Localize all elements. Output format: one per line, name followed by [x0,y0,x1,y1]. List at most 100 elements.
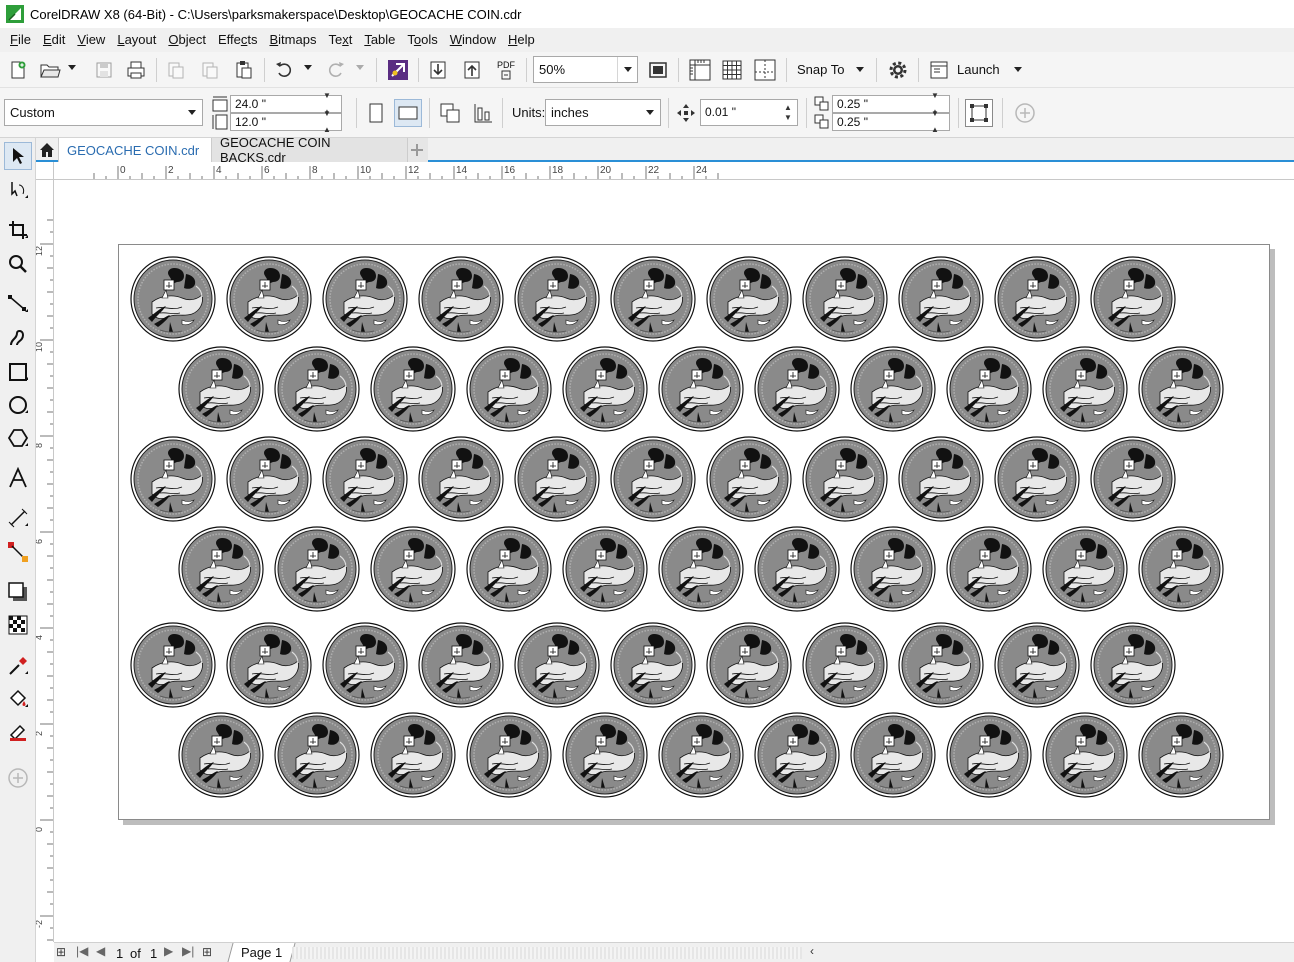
add-toolbar-item-icon[interactable] [1011,99,1039,127]
geocache-coin[interactable] [178,712,264,798]
current-page-icon[interactable] [469,99,497,127]
geocache-coin[interactable] [130,256,216,342]
geocache-coin[interactable] [706,256,792,342]
geocache-coin[interactable] [226,436,312,522]
pick-tool-icon[interactable] [4,142,32,170]
portrait-icon[interactable] [362,99,390,127]
geocache-coin[interactable] [658,526,744,612]
geocache-coin[interactable] [322,256,408,342]
shape-tool-icon[interactable] [4,176,32,204]
geocache-coin[interactable] [994,256,1080,342]
menu-help[interactable]: Help [502,28,541,52]
all-pages-icon[interactable] [436,99,464,127]
new-document-icon[interactable] [4,56,32,84]
transparency-tool-icon[interactable] [4,611,32,639]
page-height-spinner[interactable]: ▼ ▲ [323,109,341,134]
drop-shadow-tool-icon[interactable] [4,578,32,606]
geocache-coin[interactable] [946,346,1032,432]
units-combo[interactable]: inches [545,99,661,126]
insert-page-before-icon[interactable]: ⊞ [56,945,66,959]
launch-button[interactable]: Launch [957,62,1000,77]
geocache-coin[interactable] [1042,346,1128,432]
geocache-coin[interactable] [802,256,888,342]
publish-to-pdf-button[interactable]: PDF [492,56,520,84]
geocache-coin[interactable] [850,346,936,432]
geocache-coin[interactable] [802,622,888,708]
drawing-canvas[interactable] [55,181,1294,942]
redo-dropdown-icon[interactable] [356,65,364,70]
open-dropdown-icon[interactable] [68,65,76,70]
geocache-coin[interactable] [466,526,552,612]
geocache-coin[interactable] [1090,256,1176,342]
color-eyedropper-tool-icon[interactable] [4,652,32,680]
launch-dropdown-icon[interactable] [1014,67,1022,72]
units-dropdown-icon[interactable] [640,100,660,125]
parallel-dimension-tool-icon[interactable] [4,504,32,532]
geocache-coin[interactable] [370,346,456,432]
next-page-icon[interactable]: ▶ [164,944,173,958]
geocache-coin[interactable] [562,346,648,432]
tab-geocache-coin[interactable]: GEOCACHE COIN.cdr [58,138,212,162]
new-tab-plus-icon[interactable] [408,138,428,162]
show-guidelines-icon[interactable] [751,56,779,84]
menu-layout[interactable]: Layout [111,28,162,52]
geocache-coin[interactable] [994,436,1080,522]
page-tab-1[interactable]: Page 1 [227,943,296,962]
zoom-level-combo[interactable]: 50% [533,56,638,83]
geocache-coin[interactable] [1090,622,1176,708]
show-rulers-icon[interactable] [686,56,714,84]
geocache-coin[interactable] [802,436,888,522]
import-icon[interactable] [424,56,452,84]
geocache-coin[interactable] [130,622,216,708]
geocache-coin[interactable] [274,346,360,432]
customize-toolbox-icon[interactable] [4,764,32,792]
drawing-page[interactable] [118,244,1270,820]
menu-edit[interactable]: Edit [37,28,71,52]
options-gear-icon[interactable] [884,56,912,84]
geocache-coin[interactable] [898,256,984,342]
menu-effects[interactable]: Effects [212,28,264,52]
geocache-coin[interactable] [658,712,744,798]
geocache-coin[interactable] [706,436,792,522]
menu-view[interactable]: View [71,28,111,52]
geocache-coin[interactable] [1042,712,1128,798]
undo-dropdown-icon[interactable] [304,65,312,70]
menu-bitmaps[interactable]: Bitmaps [263,28,322,52]
vertical-ruler[interactable]: 12 10 8 6 4 2 0 -2 [36,180,54,942]
geocache-coin[interactable] [610,436,696,522]
search-content-icon[interactable] [384,56,412,84]
launch-app-icon[interactable] [925,56,953,84]
geocache-coin[interactable] [466,712,552,798]
nudge-spinner[interactable]: ▲ ▼ [779,100,797,125]
zoom-tool-icon[interactable] [4,250,32,278]
geocache-coin[interactable] [514,436,600,522]
interactive-fill-tool-icon[interactable] [4,685,32,713]
undo-icon[interactable] [270,56,298,84]
current-page-number[interactable]: 1 [116,946,123,961]
geocache-coin[interactable] [1042,526,1128,612]
geocache-coin[interactable] [706,622,792,708]
connector-tool-icon[interactable] [4,538,32,566]
ruler-origin[interactable] [36,162,54,180]
copy-icon[interactable] [196,56,224,84]
geocache-coin[interactable] [754,346,840,432]
geocache-coin[interactable] [514,256,600,342]
full-screen-icon[interactable] [644,56,672,84]
geocache-coin[interactable] [1138,526,1224,612]
geocache-coin[interactable] [274,712,360,798]
redo-icon[interactable] [322,56,350,84]
geocache-coin[interactable] [178,526,264,612]
geocache-coin[interactable] [898,622,984,708]
geocache-coin[interactable] [658,346,744,432]
snap-to-dropdown-icon[interactable] [856,67,864,72]
welcome-screen-home-icon[interactable] [36,138,58,162]
geocache-coin[interactable] [850,712,936,798]
text-tool-icon[interactable] [4,464,32,492]
menu-text[interactable]: Text [322,28,358,52]
freehand-tool-icon[interactable] [4,290,32,318]
crop-tool-icon[interactable] [4,216,32,244]
menu-window[interactable]: Window [444,28,502,52]
nudge-distance-field[interactable]: 0.01 " ▲ ▼ [700,99,798,126]
geocache-coin[interactable] [178,346,264,432]
first-page-icon[interactable]: |◀ [76,944,88,958]
